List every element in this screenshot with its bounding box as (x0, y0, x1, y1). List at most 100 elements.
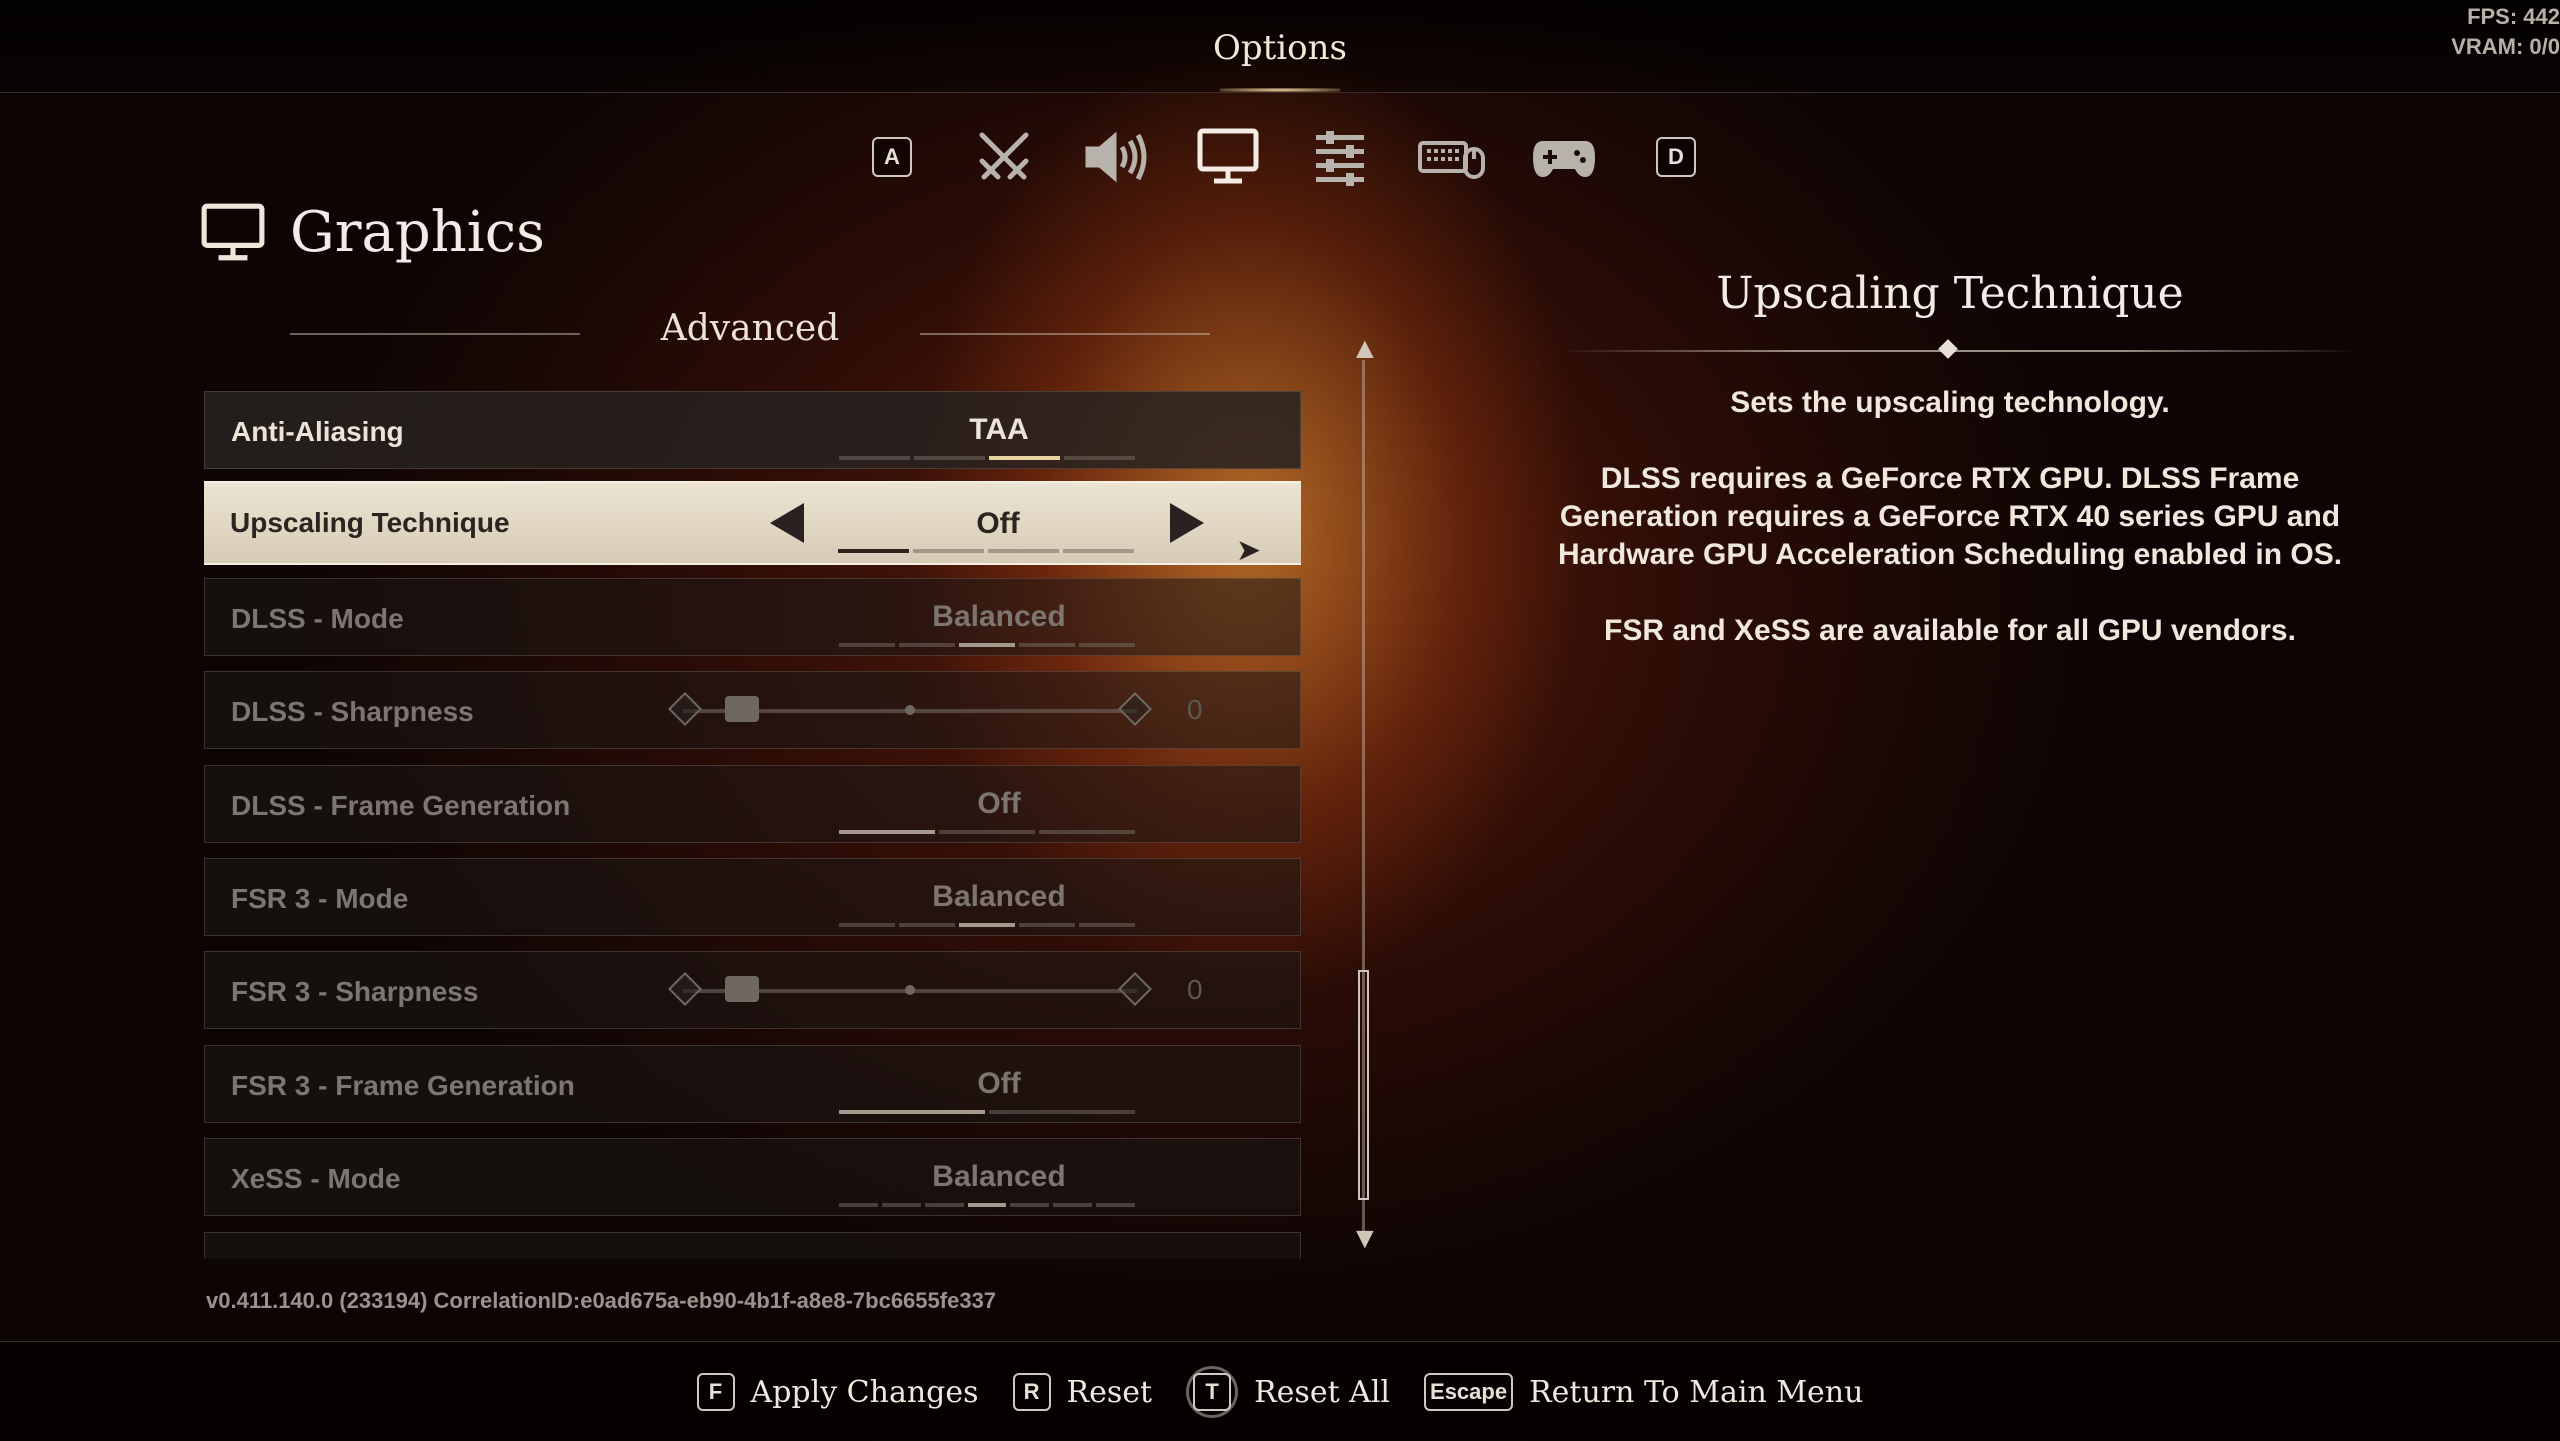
option-segment (939, 830, 1035, 834)
setting-row-dlss-mode[interactable]: DLSS - Mode Balanced (204, 578, 1301, 656)
key-r-icon: R (1012, 1373, 1051, 1411)
slider-center-mark (905, 705, 915, 715)
setting-value: Off (976, 507, 1020, 540)
setting-row-dlss-sharpness[interactable]: DLSS - Sharpness 0 (204, 671, 1301, 749)
reset-button[interactable]: R Reset (1012, 1373, 1153, 1411)
sliders-icon (1316, 131, 1364, 186)
option-segment (988, 549, 1059, 553)
gamepad-icon (1533, 141, 1595, 177)
key-t-cap: T (1193, 1373, 1232, 1411)
option-segment (1053, 1203, 1093, 1207)
slider-handle[interactable] (725, 696, 759, 722)
setting-value: Balanced (932, 880, 1066, 913)
apply-changes-button[interactable]: F Apply Changes (696, 1373, 979, 1411)
tab-gameplay[interactable] (967, 122, 1041, 192)
option-segment (839, 1110, 985, 1114)
setting-row-upscaling-technique[interactable]: Upscaling Technique Off ➤ (204, 481, 1301, 567)
performance-stats: FPS: 442 VRAM: 0/0 (2451, 2, 2560, 62)
setting-label: FSR 3 - Mode (231, 883, 409, 914)
option-segment (839, 1203, 878, 1207)
hint-label: Reset (1066, 1374, 1153, 1410)
option-segment (1064, 456, 1135, 460)
setting-label: Anti-Aliasing (231, 416, 404, 447)
option-segment (881, 1203, 921, 1207)
section-title: Advanced (660, 308, 840, 349)
option-segment (967, 1203, 1007, 1207)
setting-row-fsr3-mode[interactable]: FSR 3 - Mode Balanced (204, 858, 1301, 936)
sharpness-slider[interactable] (668, 692, 1152, 726)
tab-prev-key[interactable]: A (855, 122, 929, 192)
previous-option-arrow-icon[interactable] (770, 503, 804, 543)
tab-gamepad[interactable] (1527, 122, 1601, 192)
option-segment (959, 923, 1015, 927)
slider-max-icon (1118, 692, 1152, 726)
scrollbar-thumb[interactable] (1358, 970, 1369, 1200)
setting-label: DLSS - Mode (231, 603, 404, 634)
hint-label: Apply Changes (750, 1374, 979, 1410)
setting-value: Off (977, 787, 1021, 820)
key-a-icon: A (872, 137, 912, 177)
setting-row-anti-aliasing[interactable]: Anti-Aliasing TAA (204, 391, 1301, 469)
speaker-icon (1085, 131, 1147, 183)
option-segment (1019, 643, 1075, 647)
slider-value: 0 (1187, 694, 1203, 725)
option-segment (899, 923, 955, 927)
mouse-cursor-icon: ➤ (1236, 534, 1262, 567)
setting-value: TAA (969, 413, 1029, 446)
option-segment (839, 456, 910, 460)
key-hints: F Apply Changes R Reset T Reset All Esca… (0, 1366, 2560, 1418)
setting-row-partial[interactable] (204, 1232, 1301, 1259)
options-title: Options (1213, 28, 1347, 68)
key-d-icon: D (1656, 137, 1696, 177)
page-title: Graphics (290, 200, 545, 265)
setting-label: DLSS - Frame Generation (231, 790, 571, 821)
return-to-main-menu-button[interactable]: Escape Return To Main Menu (1424, 1373, 1863, 1411)
option-segment (1079, 923, 1135, 927)
scroll-down-icon[interactable]: ▼ (1350, 1222, 1380, 1256)
slider-center-mark (905, 985, 915, 995)
tab-next-key[interactable]: D (1639, 122, 1713, 192)
section-header: Advanced (250, 300, 1250, 360)
reset-all-button[interactable]: T Reset All (1186, 1366, 1390, 1418)
detail-title: Upscaling Technique (1716, 268, 2184, 319)
option-segment (1063, 549, 1134, 553)
tab-controls[interactable] (1415, 122, 1489, 192)
option-segment (839, 923, 895, 927)
setting-row-fsr3-sharpness[interactable]: FSR 3 - Sharpness 0 (204, 951, 1301, 1029)
option-segment (839, 830, 935, 834)
options-tabs: A D (855, 122, 1713, 192)
monitor-icon (1197, 128, 1259, 184)
option-segment (914, 456, 985, 460)
option-segment (1019, 923, 1075, 927)
slider-value: 0 (1187, 974, 1203, 1005)
option-segment (1079, 643, 1135, 647)
setting-row-dlss-frame-generation[interactable]: DLSS - Frame Generation Off (204, 765, 1301, 843)
top-bar: Options (0, 0, 2560, 93)
tab-settings[interactable] (1303, 122, 1377, 192)
option-segment (989, 456, 1060, 460)
detail-dlss-requirements: DLSS requires a GeForce RTX GPU. DLSS Fr… (1557, 462, 2343, 571)
option-segment (839, 643, 895, 647)
key-f-icon: F (696, 1373, 735, 1411)
divider-diamond-icon (1938, 339, 1958, 359)
version-string: v0.411.140.0 (233194) CorrelationID:e0ad… (206, 1288, 997, 1313)
setting-label: XeSS - Mode (231, 1163, 401, 1194)
crossed-swords-icon (979, 132, 1029, 180)
detail-summary: Sets the upscaling technology. (1730, 386, 2170, 419)
tab-graphics[interactable] (1191, 122, 1265, 192)
setting-row-xess-mode[interactable]: XeSS - Mode Balanced (204, 1138, 1301, 1216)
setting-value: Balanced (932, 1160, 1066, 1193)
settings-scrollbar[interactable]: ▲ ▼ (1350, 332, 1380, 1260)
sharpness-slider[interactable] (668, 972, 1152, 1006)
next-option-arrow-icon[interactable] (1170, 503, 1204, 543)
option-segment (899, 643, 955, 647)
tab-audio[interactable] (1079, 122, 1153, 192)
option-segment (959, 643, 1015, 647)
setting-value: Off (977, 1067, 1021, 1100)
hint-label: Return To Main Menu (1529, 1374, 1864, 1410)
slider-handle[interactable] (725, 976, 759, 1002)
slider-max-icon (1118, 972, 1152, 1006)
setting-row-fsr3-frame-generation[interactable]: FSR 3 - Frame Generation Off (204, 1045, 1301, 1123)
page-header: Graphics (200, 200, 545, 265)
vram-counter: VRAM: 0/0 (2451, 34, 2560, 59)
